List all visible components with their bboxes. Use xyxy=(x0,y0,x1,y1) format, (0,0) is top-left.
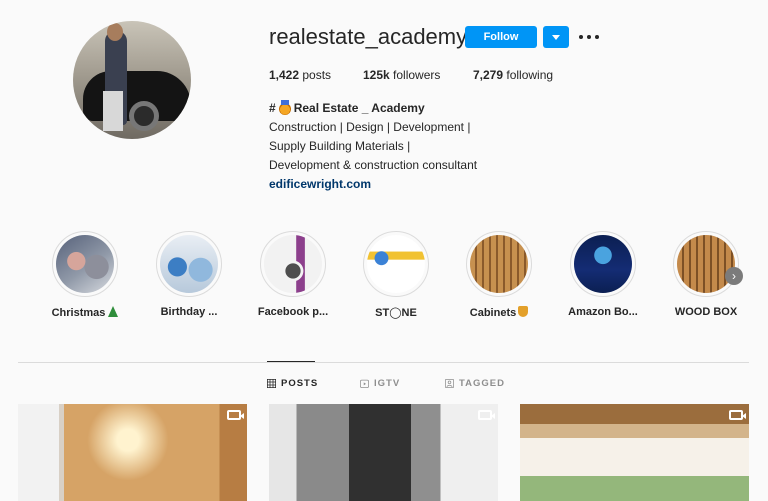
medal-icon xyxy=(278,99,291,115)
highlight-christmas[interactable]: Christmas xyxy=(41,231,129,319)
highlight-ring xyxy=(363,231,429,297)
active-tab-indicator xyxy=(267,361,315,362)
christmas-tree-icon xyxy=(108,306,119,317)
highlight-cover xyxy=(264,235,322,293)
followers-count[interactable]: 125k followers xyxy=(363,68,440,82)
highlight-cover xyxy=(56,235,114,293)
highlight-facebook[interactable]: Facebook p... xyxy=(249,231,337,318)
highlight-label: Christmas xyxy=(41,306,129,319)
post-image xyxy=(18,404,247,501)
highlight-cover xyxy=(160,235,218,293)
posts-count: 1,422 posts xyxy=(269,68,332,82)
tag-icon xyxy=(445,379,454,388)
bio-website-link[interactable]: edificewright.com xyxy=(269,175,569,194)
chevron-right-icon: › xyxy=(732,269,736,283)
bio-full-name: # Real Estate _ Academy xyxy=(269,99,425,115)
highlight-cover xyxy=(367,235,425,293)
highlight-label: Birthday ... xyxy=(160,306,218,318)
highlight-ring xyxy=(570,231,636,297)
highlight-ring xyxy=(673,231,739,297)
following-count[interactable]: 7,279 following xyxy=(473,68,553,82)
post-thumbnail[interactable] xyxy=(520,404,749,501)
highlight-amazon-books[interactable]: Amazon Bo... xyxy=(559,231,647,318)
tab-igtv[interactable]: IGTV xyxy=(360,378,400,389)
bio-line-3: Development & construction consultant xyxy=(269,158,478,172)
chevron-down-icon xyxy=(552,34,560,40)
post-image xyxy=(269,404,498,501)
video-icon xyxy=(227,410,244,420)
bio-line-1: Construction | Design | Development | xyxy=(269,120,471,134)
highlight-ring xyxy=(466,231,532,297)
avatar-legs-shape xyxy=(103,91,123,131)
avatar-wheel-shape xyxy=(129,101,159,131)
post-thumbnail[interactable] xyxy=(269,404,498,501)
avatar-photo xyxy=(73,21,191,139)
profile-bio: # Real Estate _ Academy Construction | D… xyxy=(269,99,569,194)
tabs-divider xyxy=(18,362,749,363)
story-highlights: Christmas Birthday ... Facebook p... ST◯… xyxy=(0,231,768,331)
video-icon xyxy=(729,410,746,420)
highlights-next-button[interactable]: › xyxy=(725,267,743,285)
post-image xyxy=(520,404,749,501)
post-thumbnail[interactable] xyxy=(18,404,247,501)
highlight-ring xyxy=(260,231,326,297)
highlight-cover xyxy=(574,235,632,293)
highlight-ring xyxy=(156,231,222,297)
highlight-cabinets[interactable]: Cabinets xyxy=(455,231,543,319)
grid-icon xyxy=(267,379,276,388)
highlight-cover xyxy=(470,235,528,293)
highlight-label: Amazon Bo... xyxy=(568,306,638,318)
profile-avatar[interactable] xyxy=(73,21,191,139)
tab-tagged[interactable]: TAGGED xyxy=(445,378,505,389)
highlight-cover xyxy=(677,235,735,293)
highlight-label: ST◯NE xyxy=(375,307,417,319)
highlight-label: WOOD BOX xyxy=(674,306,738,318)
suggested-dropdown-button[interactable] xyxy=(543,26,569,48)
video-icon xyxy=(478,410,495,420)
igtv-icon xyxy=(360,379,369,388)
highlight-ring xyxy=(52,231,118,297)
username: realestate_academy xyxy=(269,24,468,49)
highlight-birthday[interactable]: Birthday ... xyxy=(145,231,233,318)
bio-line-2: Supply Building Materials | xyxy=(269,139,411,153)
avatar-head-shape xyxy=(107,23,123,41)
trophy-icon xyxy=(518,306,529,317)
highlight-label: Cabinets xyxy=(455,306,543,319)
highlight-stone[interactable]: ST◯NE xyxy=(352,231,440,319)
more-options-button[interactable] xyxy=(579,30,599,44)
follow-button[interactable]: Follow xyxy=(465,26,537,48)
highlight-label: Facebook p... xyxy=(257,306,329,318)
more-icon xyxy=(579,35,599,39)
tab-posts[interactable]: POSTS xyxy=(267,378,318,389)
